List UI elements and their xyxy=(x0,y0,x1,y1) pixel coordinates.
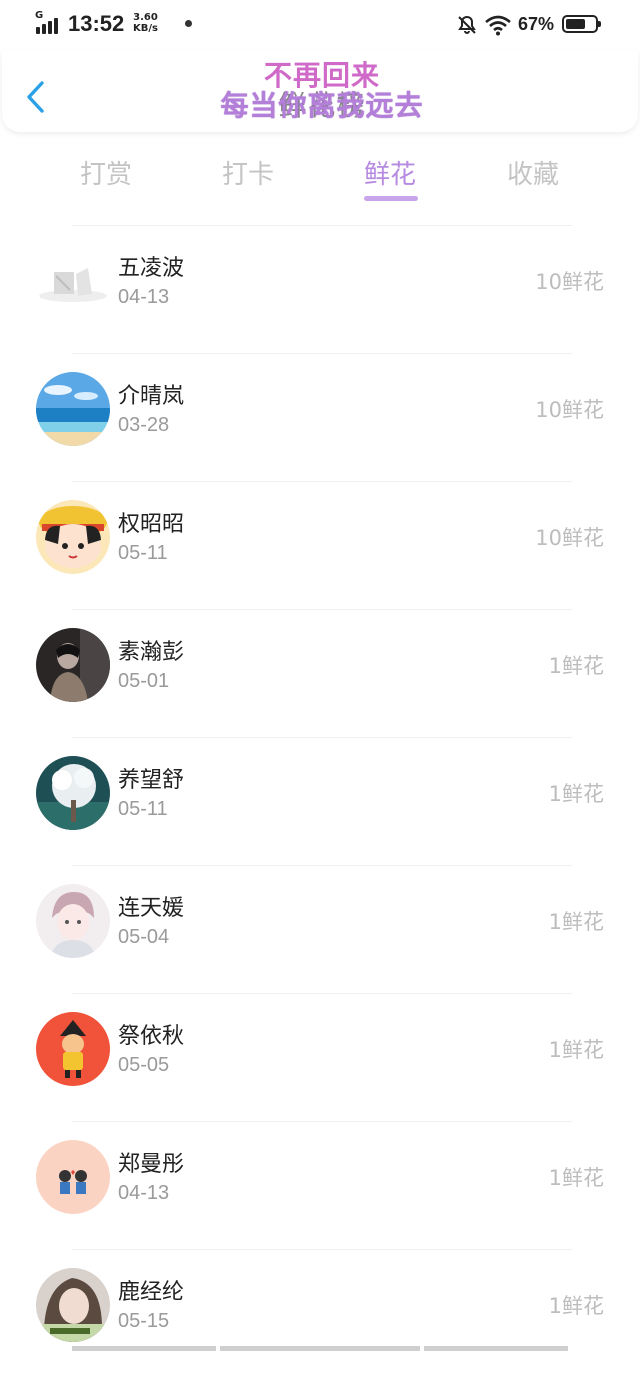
flower-count: 1鲜花 xyxy=(548,910,604,934)
date: 04-13 xyxy=(118,286,170,308)
notification-dot-icon xyxy=(185,20,192,27)
avatar[interactable] xyxy=(36,1140,110,1214)
network-speed-value: 3.60 xyxy=(133,12,158,23)
avatar[interactable] xyxy=(36,756,110,830)
list-item[interactable]: 介晴岚 03-28 10鲜花 xyxy=(0,354,640,482)
list-item[interactable]: 郑曼彤 04-13 1鲜花 xyxy=(0,1122,640,1250)
network-speed-unit: KB/s xyxy=(133,23,158,34)
page-title-line2: 每当你离我远去 xyxy=(220,89,424,122)
list-item[interactable]: 素瀚彭 05-01 1鲜花 xyxy=(0,610,640,738)
date: 04-13 xyxy=(118,1182,170,1204)
tab-flowers[interactable]: 鲜花 xyxy=(364,154,416,191)
flower-count: 1鲜花 xyxy=(548,1294,604,1318)
battery-icon xyxy=(562,15,601,33)
status-time: 13:52 xyxy=(68,11,125,36)
list-item[interactable]: 祭依秋 05-05 1鲜花 xyxy=(0,994,640,1122)
avatar[interactable] xyxy=(36,372,110,446)
list-item[interactable]: 五凌波 04-13 10鲜花 xyxy=(0,226,640,354)
flower-count: 1鲜花 xyxy=(548,654,604,678)
tab-bar: 打赏 打卡 鲜花 收藏 xyxy=(0,140,640,210)
date: 05-01 xyxy=(118,670,170,692)
date: 03-28 xyxy=(118,414,170,436)
network-type: G xyxy=(35,10,44,21)
avatar[interactable] xyxy=(36,628,110,702)
date: 05-04 xyxy=(118,926,170,948)
avatar[interactable] xyxy=(36,1012,110,1086)
chevron-left-icon[interactable] xyxy=(22,78,48,116)
bell-muted-icon xyxy=(458,15,476,34)
network-speed: 3.60 KB/s xyxy=(133,12,158,34)
avatar[interactable] xyxy=(36,500,110,574)
tab-favorites[interactable]: 收藏 xyxy=(507,154,559,191)
date: 05-11 xyxy=(118,542,168,564)
header: 鲜花榜 不再回来 每当你离我远去 xyxy=(2,50,638,132)
signal-icon: G xyxy=(34,10,64,34)
user-name: 素瀚彭 xyxy=(118,640,185,665)
flower-count: 1鲜花 xyxy=(548,1038,604,1062)
flower-count: 10鲜花 xyxy=(535,398,604,422)
user-name: 介晴岚 xyxy=(118,384,185,409)
user-name: 鹿经纶 xyxy=(118,1280,185,1305)
tab-active-indicator xyxy=(364,196,418,201)
flower-count: 1鲜花 xyxy=(548,782,604,806)
tab-checkin[interactable]: 打卡 xyxy=(222,154,274,191)
tab-reward[interactable]: 打赏 xyxy=(80,154,132,191)
page-title: 鲜花榜 不再回来 每当你离我远去 xyxy=(152,50,492,132)
user-name: 祭依秋 xyxy=(118,1024,185,1049)
user-name: 权昭昭 xyxy=(118,512,185,537)
list-item[interactable]: 权昭昭 05-11 10鲜花 xyxy=(0,482,640,610)
status-bar: G 13:52 3.60 KB/s 67% xyxy=(0,0,640,50)
list-item[interactable]: 鹿经纶 05-15 1鲜花 xyxy=(0,1250,640,1378)
date: 05-05 xyxy=(118,1054,170,1076)
wifi-icon xyxy=(485,15,511,36)
flower-count: 10鲜花 xyxy=(535,270,604,294)
avatar[interactable] xyxy=(36,244,110,318)
list-item[interactable]: 养望舒 05-11 1鲜花 xyxy=(0,738,640,866)
flower-count: 10鲜花 xyxy=(535,526,604,550)
list-item[interactable]: 连天媛 05-04 1鲜花 xyxy=(0,866,640,994)
user-name: 五凌波 xyxy=(118,256,185,281)
flower-count: 1鲜花 xyxy=(548,1166,604,1190)
date: 05-15 xyxy=(118,1310,170,1332)
user-name: 郑曼彤 xyxy=(118,1152,185,1177)
date: 05-11 xyxy=(118,798,168,820)
user-name: 连天媛 xyxy=(118,896,185,921)
avatar[interactable] xyxy=(36,884,110,958)
avatar[interactable] xyxy=(36,1268,110,1342)
battery-percent: 67% xyxy=(518,14,555,34)
user-name: 养望舒 xyxy=(118,768,185,793)
flower-list: 五凌波 04-13 10鲜花 介晴岚 03-28 10鲜花 权昭昭 05-11 … xyxy=(0,226,640,1378)
scroll-indicator xyxy=(72,1346,568,1351)
